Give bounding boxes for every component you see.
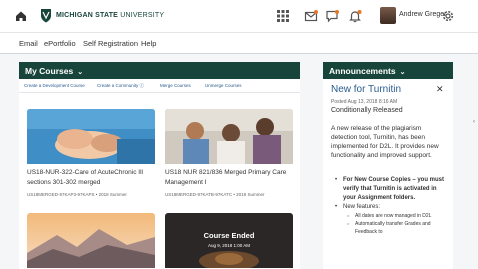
course-ended-overlay: Course Ended Aug 9, 2018 1:00 AM [165, 231, 293, 248]
list-item: All dates are now managed in D2L [343, 212, 449, 220]
home-icon[interactable] [14, 9, 28, 23]
nav-help[interactable]: Help [141, 39, 156, 48]
course-title[interactable]: US18 NUR 821/836 Merged Primary Care Man… [165, 168, 293, 187]
msu-logo[interactable]: MICHIGAN STATE UNIVERSITY [40, 8, 164, 23]
list-item: Automatically transfer Grades and Feedba… [343, 220, 449, 236]
bell-icon[interactable] [348, 9, 362, 23]
chevron-down-icon[interactable]: ⌄ [77, 68, 83, 76]
course-meta: US18MERGED-97KAP3-97KAPS • 2018 Summer [27, 192, 127, 197]
announcement-posted-date: Posted Aug 13, 2018 8:16 AM [331, 99, 398, 105]
course-actions-bar: Create a Development Course Create a Com… [19, 79, 300, 93]
course-card[interactable]: Course Ended Aug 9, 2018 1:00 AM [165, 213, 293, 269]
list-item: For New Course Copies – you must verify … [331, 176, 449, 203]
top-header: MICHIGAN STATE UNIVERSITY Andrew Greger [0, 0, 478, 32]
user-name[interactable]: Andrew Greger [399, 11, 446, 18]
grid-icon[interactable] [276, 9, 290, 23]
panel-expand-icon[interactable]: ‹ [473, 119, 478, 125]
announcements-widget: Announcements ⌄ New for Turnitin ✕ Posted… [323, 62, 453, 269]
announcement-title[interactable]: New for Turnitin [331, 84, 401, 95]
course-image[interactable] [165, 109, 293, 164]
gear-icon[interactable] [441, 9, 455, 23]
announcement-sublist: All dates are now managed in D2L Automat… [343, 212, 449, 236]
close-icon[interactable]: ✕ [436, 84, 444, 95]
my-courses-widget: My Courses ⌄ Create a Development Course … [19, 62, 300, 269]
create-development-course-link[interactable]: Create a Development Course [24, 83, 85, 88]
nav-self-registration[interactable]: Self Registration [83, 39, 138, 48]
announcement-body: A new release of the plagiarism detectio… [331, 125, 439, 159]
mail-icon[interactable] [304, 9, 318, 23]
course-ended-date: Aug 9, 2018 1:00 AM [207, 243, 251, 248]
chevron-down-icon[interactable]: ⌄ [400, 68, 406, 76]
course-image[interactable] [27, 109, 155, 164]
course-card[interactable] [27, 213, 155, 269]
nav-eportfolio[interactable]: ePortfolio [44, 39, 76, 48]
course-image[interactable] [27, 213, 155, 268]
university-name: MICHIGAN STATE UNIVERSITY [56, 12, 165, 19]
announcement-status: Conditionally Released [331, 107, 403, 114]
msu-shield-icon [41, 9, 51, 23]
course-meta: US18MERGED-97KATB-97KATC • 2018 Summer [165, 192, 265, 197]
announcement-list: For New Course Copies – you must verify … [331, 176, 449, 236]
course-ended-label: Course Ended [203, 231, 255, 240]
chat-icon[interactable] [325, 9, 339, 23]
course-card[interactable]: US18-NUR-322-Care of AcuteChronic Ill se… [27, 109, 155, 201]
course-image[interactable]: Course Ended Aug 9, 2018 1:00 AM [165, 213, 293, 268]
announcements-header[interactable]: Announcements ⌄ [323, 62, 453, 79]
my-courses-title: My Courses [25, 66, 74, 76]
navbar: Email ePortfolio Self Registration Help [0, 32, 478, 54]
my-courses-header[interactable]: My Courses ⌄ [19, 62, 300, 79]
course-card[interactable]: US18 NUR 821/836 Merged Primary Care Man… [165, 109, 293, 201]
course-title[interactable]: US18-NUR-322-Care of AcuteChronic Ill se… [27, 168, 155, 187]
list-item: New features: All dates are now managed … [331, 203, 449, 236]
merge-courses-link[interactable]: Merge Courses [160, 83, 191, 88]
user-avatar[interactable] [380, 7, 396, 24]
create-community-link[interactable]: Create a Community ⓘ [97, 83, 144, 89]
unmerge-courses-link[interactable]: Unmerge Courses [205, 83, 242, 88]
nav-email[interactable]: Email [19, 39, 38, 48]
announcements-title: Announcements [329, 66, 396, 76]
